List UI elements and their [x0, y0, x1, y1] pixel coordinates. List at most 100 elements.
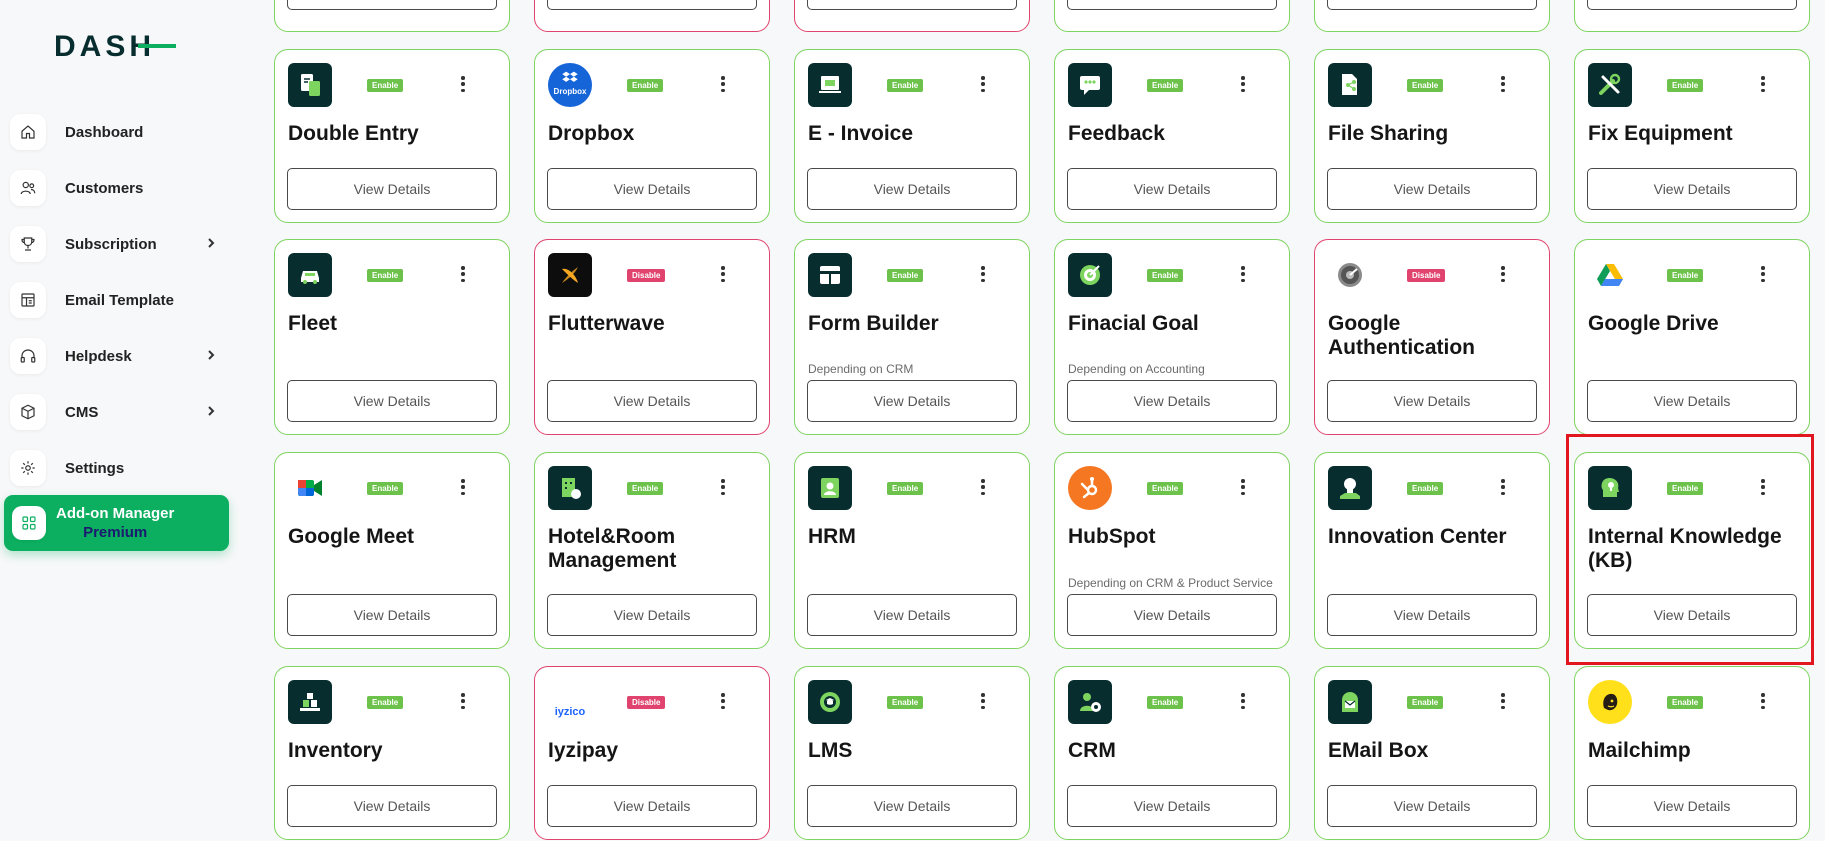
sidebar-item-customers[interactable]: Customers: [10, 160, 230, 216]
addon-card: iyzico Disable Iyzipay View Details: [534, 666, 770, 840]
sidebar-item-subscription[interactable]: Subscription: [10, 216, 230, 272]
addon-title: HRM: [808, 525, 856, 548]
view-details-button[interactable]: View Details: [1587, 0, 1797, 10]
addon-card: View Details: [1054, 0, 1290, 32]
more-options-icon[interactable]: [1756, 476, 1770, 498]
status-badge: Disable: [627, 696, 666, 709]
addon-card: Enable LMS View Details: [794, 666, 1030, 840]
sidebar-item-email-template[interactable]: Email Template: [10, 272, 230, 328]
more-options-icon[interactable]: [716, 690, 730, 712]
tools-icon: [1588, 63, 1632, 107]
id-card-icon: [808, 466, 852, 510]
more-options-icon[interactable]: [1236, 263, 1250, 285]
view-details-button[interactable]: View Details: [807, 785, 1017, 827]
more-options-icon[interactable]: [976, 690, 990, 712]
more-options-icon[interactable]: [456, 73, 470, 95]
view-details-button[interactable]: View Details: [1587, 785, 1797, 827]
view-details-button[interactable]: View Details: [547, 168, 757, 210]
view-details-button[interactable]: View Details: [807, 594, 1017, 636]
addon-title: Inventory: [288, 739, 383, 762]
addon-title: Fleet: [288, 312, 338, 335]
view-details-button[interactable]: View Details: [1327, 168, 1537, 210]
view-details-button[interactable]: View Details: [807, 380, 1017, 422]
status-badge: Enable: [1667, 482, 1704, 495]
more-options-icon[interactable]: [1756, 690, 1770, 712]
more-options-icon[interactable]: [1496, 690, 1510, 712]
view-details-button[interactable]: View Details: [287, 0, 497, 10]
view-details-button[interactable]: View Details: [807, 0, 1017, 10]
view-details-button[interactable]: View Details: [1067, 168, 1277, 210]
status-badge: Enable: [1147, 482, 1184, 495]
crm-icon: [1068, 680, 1112, 724]
more-options-icon[interactable]: [1236, 476, 1250, 498]
addon-title: HubSpot: [1068, 525, 1156, 548]
sidebar-item-dashboard[interactable]: Dashboard: [10, 104, 230, 160]
google-drive-icon: [1588, 253, 1632, 297]
more-options-icon[interactable]: [976, 476, 990, 498]
addon-card: Enable Finacial Goal Depending on Accounti…: [1054, 239, 1290, 435]
more-options-icon[interactable]: [976, 73, 990, 95]
addon-card: View Details: [1574, 0, 1810, 32]
sidebar-item-add-on-manager[interactable]: Add-on Manager Premium: [4, 495, 229, 551]
status-badge: Disable: [1407, 269, 1446, 282]
view-details-button[interactable]: View Details: [547, 594, 757, 636]
view-details-button[interactable]: View Details: [807, 168, 1017, 210]
status-badge: Enable: [887, 482, 924, 495]
view-details-button[interactable]: View Details: [287, 168, 497, 210]
view-details-button[interactable]: View Details: [1327, 380, 1537, 422]
more-options-icon[interactable]: [976, 263, 990, 285]
addon-card: View Details: [1314, 0, 1550, 32]
view-details-button[interactable]: View Details: [1067, 0, 1277, 10]
addon-grid-area: View Details View Details View Details View…: [244, 0, 1825, 841]
mailbox-icon: [1328, 680, 1372, 724]
more-options-icon[interactable]: [716, 73, 730, 95]
addon-title: Internal Knowledge (KB): [1588, 525, 1782, 572]
sidebar-item-settings[interactable]: Settings: [10, 440, 230, 496]
addon-card: Enable EMail Box View Details: [1314, 666, 1550, 840]
addon-title: LMS: [808, 739, 853, 762]
view-details-button[interactable]: View Details: [287, 785, 497, 827]
view-details-button[interactable]: View Details: [1327, 594, 1537, 636]
addon-card: Enable E - Invoice View Details: [794, 49, 1030, 223]
view-details-button[interactable]: View Details: [1587, 380, 1797, 422]
status-badge: Enable: [1667, 696, 1704, 709]
view-details-button[interactable]: View Details: [1067, 785, 1277, 827]
more-options-icon[interactable]: [456, 263, 470, 285]
sidebar-nav: Dashboard Customers Subscription Email T…: [10, 104, 230, 496]
view-details-button[interactable]: View Details: [547, 0, 757, 10]
addon-card: Enable Double Entry View Details: [274, 49, 510, 223]
knowledge-icon: [1588, 466, 1632, 510]
view-details-button[interactable]: View Details: [1327, 0, 1537, 10]
view-details-button[interactable]: View Details: [1587, 594, 1797, 636]
dash-logo[interactable]: DASH: [54, 30, 184, 62]
view-details-button[interactable]: View Details: [547, 380, 757, 422]
view-details-button[interactable]: View Details: [1327, 785, 1537, 827]
more-options-icon[interactable]: [456, 690, 470, 712]
hubspot-icon: [1068, 466, 1112, 510]
more-options-icon[interactable]: [1236, 690, 1250, 712]
more-options-icon[interactable]: [1496, 263, 1510, 285]
more-options-icon[interactable]: [716, 263, 730, 285]
more-options-icon[interactable]: [716, 476, 730, 498]
addon-title: Form Builder: [808, 312, 939, 335]
view-details-button[interactable]: View Details: [547, 785, 757, 827]
status-badge: Enable: [367, 696, 404, 709]
sidebar-item-helpdesk[interactable]: Helpdesk: [10, 328, 230, 384]
more-options-icon[interactable]: [1756, 73, 1770, 95]
view-details-button[interactable]: View Details: [1587, 168, 1797, 210]
addon-title: Fix Equipment: [1588, 122, 1733, 145]
sidebar-item-cms[interactable]: CMS: [10, 384, 230, 440]
more-options-icon[interactable]: [456, 476, 470, 498]
more-options-icon[interactable]: [1496, 476, 1510, 498]
view-details-button[interactable]: View Details: [1067, 594, 1277, 636]
icon-text: iyzico: [554, 706, 586, 718]
status-badge: Enable: [1407, 79, 1444, 92]
addon-title: Mailchimp: [1588, 739, 1691, 762]
users-icon: [10, 170, 46, 206]
more-options-icon[interactable]: [1756, 263, 1770, 285]
more-options-icon[interactable]: [1236, 73, 1250, 95]
more-options-icon[interactable]: [1496, 73, 1510, 95]
view-details-button[interactable]: View Details: [1067, 380, 1277, 422]
view-details-button[interactable]: View Details: [287, 380, 497, 422]
view-details-button[interactable]: View Details: [287, 594, 497, 636]
